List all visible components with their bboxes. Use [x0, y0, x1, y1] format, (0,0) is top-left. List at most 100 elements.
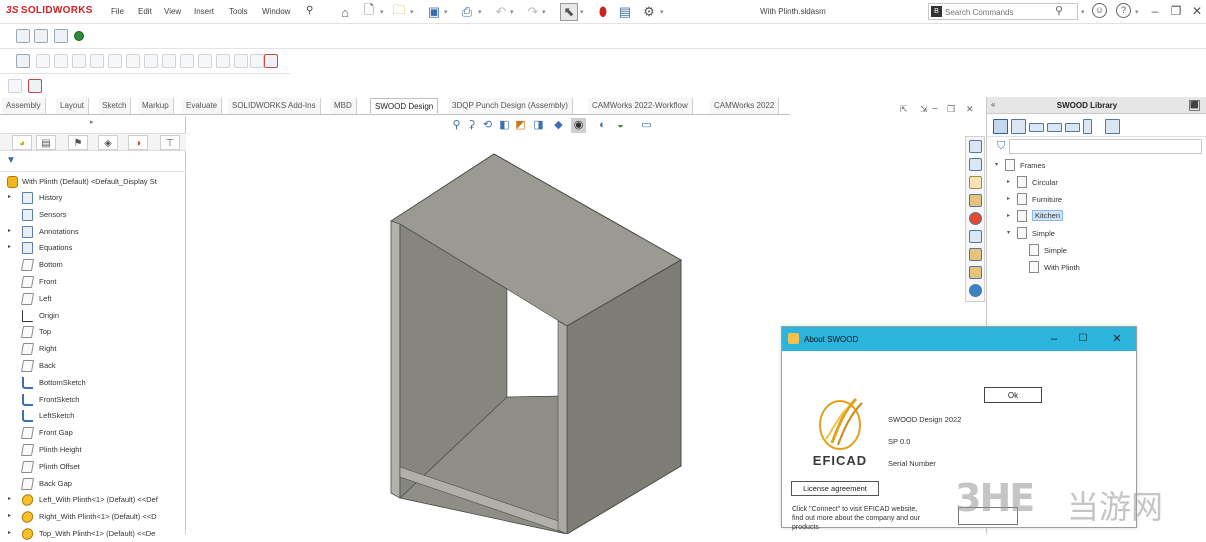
tree-item[interactable]: Plinth Height [0, 442, 186, 458]
library-tool-materials-icon[interactable] [1105, 119, 1120, 134]
tab-3dqp-punch-design[interactable]: 3DQP Punch Design (Assembly) [448, 98, 573, 114]
print-icon[interactable]: ⎙ [458, 3, 476, 21]
tab-camworks[interactable]: CAMWorks 2022 [710, 98, 780, 114]
home-icon[interactable]: ⌂ [336, 3, 354, 21]
rebuild-icon[interactable]: ⬮ [594, 3, 612, 21]
settings-tool-icon[interactable] [264, 54, 278, 68]
open-folder-icon[interactable]: 🗀 [390, 2, 408, 21]
view-palette-icon[interactable] [969, 194, 982, 207]
frame-tool-icon[interactable] [180, 54, 194, 68]
user-icon[interactable]: ☺ [1092, 3, 1107, 18]
appearances-icon[interactable] [969, 212, 982, 225]
tree-item[interactable]: ▸ Equations [0, 240, 186, 256]
solidworks-forum-icon[interactable] [969, 284, 982, 297]
license-agreement-button[interactable]: License agreement [791, 481, 879, 496]
library-search-field[interactable] [1009, 139, 1202, 154]
extra-tool-icon[interactable] [8, 79, 22, 93]
library-filter-icon[interactable]: ⛉ [997, 140, 1005, 153]
custom-properties-icon[interactable] [969, 230, 982, 243]
close-icon[interactable]: ✕ [1188, 2, 1206, 20]
tab-markup[interactable]: Markup [138, 98, 174, 114]
cabinet-model[interactable] [377, 152, 687, 534]
swood-cam-library-icon[interactable] [969, 266, 982, 279]
tree-root[interactable]: With Plinth (Default) <Default_Display S… [0, 174, 186, 190]
menu-window[interactable]: Window [262, 7, 290, 16]
file-explorer-icon[interactable] [969, 176, 982, 189]
search-scope-icon[interactable]: B [931, 6, 942, 17]
expand-icon[interactable]: ▸ [1007, 212, 1010, 219]
dialog-minimize-icon[interactable]: – [1046, 331, 1062, 347]
connector-tool-icon[interactable] [162, 54, 176, 68]
box-tool-icon[interactable] [54, 54, 68, 68]
expand-icon[interactable]: ▸ [1007, 178, 1010, 185]
tree-item[interactable]: Front Gap [0, 425, 186, 441]
tab-camworks-workflow[interactable]: CAMWorks 2022-Workflow [588, 98, 693, 114]
tree-item[interactable]: Bottom [0, 257, 186, 273]
assembly-tools-icon[interactable] [54, 29, 68, 43]
dialog-close-icon[interactable]: ✕ [1109, 331, 1125, 347]
tab-evaluate[interactable]: Evaluate [182, 98, 223, 114]
drawer-tool-icon[interactable] [72, 54, 86, 68]
tab-more-icon[interactable]: ⊤ [160, 135, 180, 150]
tab-property-manager[interactable]: ▤ [36, 135, 56, 150]
library-tool-frames-icon[interactable] [993, 119, 1008, 134]
minimize-icon[interactable]: – [1146, 2, 1164, 20]
save-icon[interactable]: ▣ [425, 3, 443, 21]
plinth-tool-icon[interactable] [216, 54, 230, 68]
material-tool-icon[interactable] [126, 54, 140, 68]
tree-item[interactable]: FrontSketch [0, 392, 186, 408]
profile-tool-icon[interactable] [198, 54, 212, 68]
edge-tool-icon[interactable] [36, 54, 50, 68]
library-tool-cabinets-icon[interactable] [1011, 119, 1026, 134]
apply-scene-icon[interactable]: ◒ [613, 118, 628, 133]
status-icon[interactable] [74, 31, 84, 41]
zoom-to-fit-icon[interactable]: ⚲ [449, 118, 464, 133]
report-tool-icon[interactable] [250, 54, 264, 68]
zoom-area-icon[interactable]: ⚳ [464, 118, 479, 133]
tab-sketch[interactable]: Sketch [98, 98, 132, 114]
door-tool-icon[interactable] [90, 54, 104, 68]
restore-icon[interactable]: ❐ [1167, 2, 1185, 20]
redo-dropdown-icon[interactable]: ▾ [542, 8, 546, 16]
new-document-icon[interactable]: 🗋 [360, 2, 378, 21]
search-input[interactable] [945, 6, 1050, 18]
graphics-close-icon[interactable]: ✕ [966, 104, 974, 115]
print-dropdown-icon[interactable]: ▾ [478, 8, 482, 16]
tab-swood-design[interactable]: SWOOD Design [370, 98, 439, 114]
menu-edit[interactable]: Edit [138, 7, 152, 16]
tab-dimxpert[interactable]: ◈ [98, 135, 118, 150]
tree-item[interactable]: ▸ Right_With Plinth<1> (Default) <<D [0, 509, 186, 526]
tree-item[interactable]: ▸ Top_With Plinth<1> (Default) <<De [0, 526, 186, 542]
expand-icon[interactable]: ▸ [1007, 195, 1010, 202]
resources-icon[interactable] [969, 140, 982, 153]
graphics-split-icon[interactable]: ⇲ [920, 104, 928, 115]
library-tool-profiles-icon[interactable] [1083, 119, 1092, 134]
filter-icon[interactable]: ▼ [6, 155, 16, 166]
previous-view-icon[interactable]: ⟲ [480, 118, 495, 133]
tree-item[interactable]: Right [0, 341, 186, 357]
expand-icon[interactable]: ▸ [8, 193, 11, 200]
tree-item[interactable]: Front [0, 274, 186, 290]
panel-tool-icon[interactable] [16, 54, 30, 68]
tab-solidworks-add-ins[interactable]: SOLIDWORKS Add-Ins [228, 98, 321, 114]
library-tool-drawers-icon[interactable] [1047, 123, 1062, 132]
sketch-tools-icon[interactable] [34, 29, 48, 43]
library-node[interactable]: Simple [1019, 243, 1199, 257]
open-dropdown-icon[interactable]: ▾ [410, 8, 414, 16]
tree-item[interactable]: LeftSketch [0, 408, 186, 424]
design-library-icon[interactable] [969, 158, 982, 171]
tree-item[interactable]: Sensors [0, 207, 186, 223]
tab-layout[interactable]: Layout [56, 98, 90, 114]
tab-configuration-manager[interactable]: ⚑ [68, 135, 88, 150]
expand-icon[interactable]: ▸ [8, 529, 11, 536]
file-properties-icon[interactable]: ▤ [616, 3, 634, 21]
tab-mbd[interactable]: MBD [330, 98, 357, 114]
search-commands-box[interactable]: B ⚲ [928, 3, 1078, 20]
section-view-icon[interactable]: ◧ [497, 118, 512, 133]
graphics-collapse-icon[interactable]: ⇱ [900, 104, 908, 115]
help-icon[interactable]: ? [1116, 3, 1131, 18]
dynamic-annotation-icon[interactable]: ◩ [513, 118, 528, 133]
view-orientation-icon[interactable]: ◨ [531, 118, 546, 133]
menu-file[interactable]: File [111, 7, 124, 16]
panel-expand-icon[interactable]: ▸ [90, 118, 94, 126]
